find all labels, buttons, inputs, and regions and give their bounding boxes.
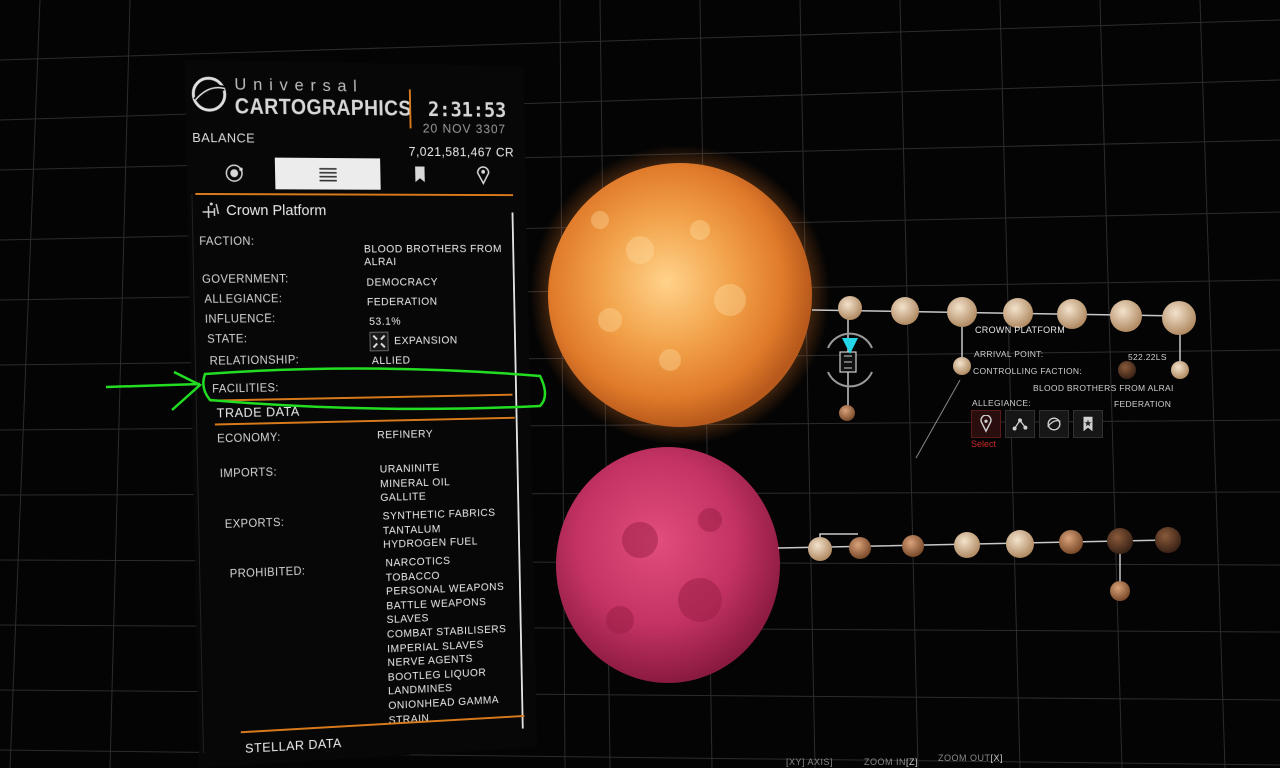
planet[interactable]: [1006, 530, 1034, 558]
list-item: MINERAL OIL: [380, 475, 450, 491]
state-value: EXPANSION: [394, 335, 458, 348]
orbit-view-icon: [1045, 415, 1063, 433]
date: 20 NOV 3307: [423, 121, 507, 136]
brand-main-text: CARTOGRAPHICS: [235, 94, 412, 122]
tab-info[interactable]: [275, 158, 381, 190]
station-details: Crown Platform FACTION: BLOOD BROTHERS F…: [191, 194, 521, 753]
station-name: Crown Platform: [226, 202, 326, 219]
list-item: URANINITE: [380, 461, 450, 477]
planet[interactable]: [1107, 528, 1133, 554]
planet[interactable]: [954, 532, 980, 558]
target-button[interactable]: [971, 410, 1001, 438]
exports-label: EXPORTS:: [225, 517, 285, 531]
balance-label: BALANCE: [192, 130, 255, 146]
planet[interactable]: [1059, 530, 1083, 554]
stellar-divider: [241, 715, 525, 733]
station-icon: [200, 200, 220, 220]
list-lines-icon: [317, 163, 339, 185]
state-value-row: EXPANSION: [369, 331, 457, 352]
universal-cartographics-logo-icon: [189, 74, 229, 115]
expansion-icon: [369, 332, 388, 352]
faction-value-line1: BLOOD BROTHERS FROM: [364, 243, 502, 255]
economy-label: ECONOMY:: [217, 432, 281, 445]
system-orbit-icon: [223, 162, 245, 184]
planet[interactable]: [838, 296, 862, 320]
info-controlling-label: CONTROLLING FACTION:: [973, 366, 1082, 376]
imports-label: IMPORTS:: [220, 467, 277, 481]
allegiance-label: ALLEGIANCE:: [204, 293, 282, 306]
influence-label: INFLUENCE:: [205, 313, 276, 326]
info-arrival-value: 522.22LS: [1128, 352, 1167, 362]
moon[interactable]: [839, 405, 855, 421]
info-controlling-value: BLOOD BROTHERS FROM ALRAI: [1033, 383, 1174, 393]
orbit-view-button[interactable]: [1039, 410, 1069, 438]
clock: 2:31:53: [428, 97, 507, 121]
faction-label: FACTION:: [199, 236, 254, 248]
allegiance-value: FEDERATION: [367, 296, 438, 308]
trade-data-title: TRADE DATA: [216, 404, 299, 421]
system-info-panel: Universal CARTOGRAPHICS 2:31:53 20 NOV 3…: [185, 60, 537, 768]
bookmark-star-icon: [1079, 415, 1097, 433]
list-item: HYDROGEN FUEL: [383, 534, 496, 552]
secondary-star[interactable]: [556, 447, 780, 683]
facilities-label: FACILITIES:: [212, 382, 279, 395]
imports-list: URANINITE MINERAL OIL GALLITE: [380, 461, 451, 506]
bookmark-icon: [409, 164, 430, 186]
planet[interactable]: [891, 297, 919, 325]
relationship-label: RELATIONSHIP:: [210, 354, 300, 367]
exports-list: SYNTHETIC FABRICS TANTALUM HYDROGEN FUEL: [382, 506, 496, 553]
planet[interactable]: [947, 297, 977, 327]
zoom-out-hint: ZOOM OUT[X]: [938, 753, 1003, 763]
tab-system[interactable]: [193, 157, 276, 189]
government-label: GOVERNMENT:: [202, 273, 289, 285]
info-station-name: CROWN PLATFORM: [975, 325, 1065, 335]
target-icon: [977, 415, 995, 433]
info-allegiance-value: FEDERATION: [1114, 399, 1171, 409]
navigation-pin-icon: [473, 164, 494, 185]
info-allegiance-label: ALLEGIANCE:: [972, 398, 1031, 408]
influence-value: 53.1%: [369, 316, 401, 328]
panel-header: Universal CARTOGRAPHICS 2:31:53 20 NOV 3…: [185, 60, 525, 158]
balance-value: 7,021,581,467 CR: [409, 144, 515, 159]
faction-value-line2: ALRAI: [364, 256, 397, 268]
select-label: Select: [971, 439, 996, 449]
moon[interactable]: [1171, 361, 1189, 379]
moon[interactable]: [1118, 361, 1136, 379]
planet[interactable]: [1155, 527, 1181, 553]
economy-value: REFINERY: [377, 428, 433, 441]
relationship-value: ALLIED: [372, 355, 411, 367]
header-divider: [409, 89, 412, 128]
prohibited-label: PROHIBITED:: [230, 566, 306, 581]
moon[interactable]: [953, 357, 971, 375]
trade-divider: [210, 394, 512, 402]
stellar-data-title[interactable]: STELLAR DATA: [245, 735, 342, 756]
planet[interactable]: [1003, 298, 1033, 328]
moon[interactable]: [1110, 581, 1130, 601]
planet[interactable]: [849, 537, 871, 559]
planet[interactable]: [902, 535, 924, 557]
planet[interactable]: [808, 537, 832, 561]
state-label: STATE:: [207, 333, 247, 345]
axis-hint: [XY] AXIS]: [786, 757, 833, 767]
prohibited-list: NARCOTICS TOBACCO PERSONAL WEAPONS BATTL…: [385, 552, 508, 728]
tab-navigation[interactable]: [444, 159, 522, 190]
bookmark-star-button[interactable]: [1073, 410, 1103, 438]
zoom-in-hint: ZOOM IN[Z]: [864, 757, 918, 767]
planet[interactable]: [1162, 301, 1196, 335]
primary-star[interactable]: [548, 163, 812, 427]
station-selection-reticle[interactable]: [828, 334, 872, 387]
government-value: DEMOCRACY: [366, 277, 438, 289]
panel-tabs: [193, 157, 517, 190]
planet[interactable]: [1110, 300, 1142, 332]
list-item: GALLITE: [380, 489, 450, 505]
info-arrival-label: ARRIVAL POINT:: [974, 349, 1043, 359]
route-button[interactable]: [1005, 410, 1035, 438]
route-icon: [1011, 415, 1029, 433]
